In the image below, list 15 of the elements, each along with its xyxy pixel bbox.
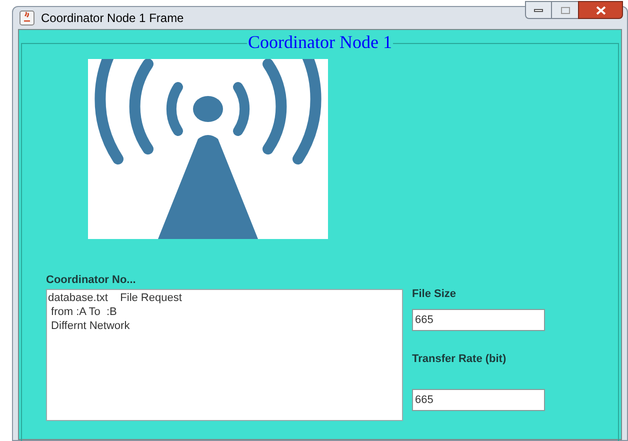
maximize-button[interactable] (552, 1, 578, 19)
log-line: database.txt File Request (48, 291, 183, 305)
field-label: File Size (412, 287, 458, 301)
java-app-icon (19, 10, 35, 26)
window-title: Coordinator Node 1 Frame (41, 10, 184, 27)
value-field[interactable]: 665 (412, 389, 545, 411)
close-button[interactable] (578, 1, 623, 19)
log-line: from :A To :B (50, 305, 118, 319)
value-field[interactable]: 665 (412, 309, 545, 331)
log-text-area[interactable]: database.txt File Request from :A To :B Differnt Network (46, 289, 403, 421)
close-icon (596, 6, 606, 14)
log-line: Differnt Network (50, 319, 131, 333)
minimize-button[interactable] (525, 1, 552, 19)
log-label: Coordinator No... (46, 273, 137, 288)
field-label: Transfer Rate (bit) (412, 352, 508, 366)
